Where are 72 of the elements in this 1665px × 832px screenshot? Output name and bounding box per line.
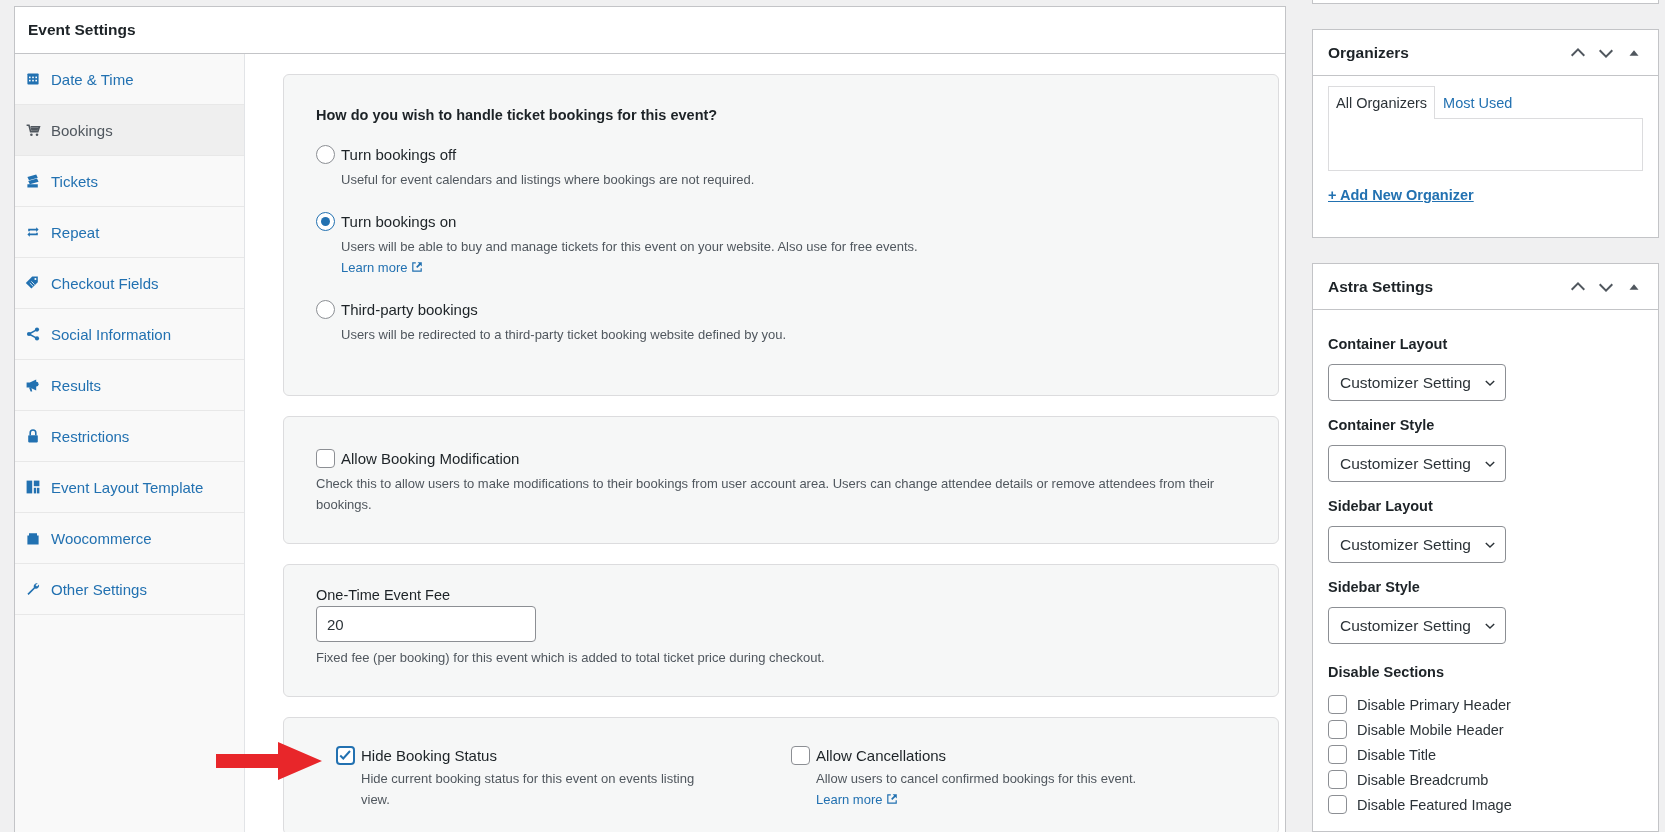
nav-item[interactable]: Tickets — [15, 156, 244, 207]
checkbox[interactable] — [1328, 745, 1347, 764]
nav-item[interactable]: Restrictions — [15, 411, 244, 462]
add-organizer-link[interactable]: + Add New Organizer — [1328, 187, 1474, 203]
description: Useful for event calendars and listings where bookings are not required. — [341, 171, 756, 189]
description: Users will be redirected to a third-party ticket booking website defined by you. — [341, 326, 788, 344]
checkbox[interactable] — [316, 449, 335, 468]
section-title: Disable Sections — [1328, 664, 1446, 680]
description: Check this to allow users to make modifications to their bookings from user account area. Users can change attendee details or remove attendees from their bookings. — [316, 475, 1216, 514]
checkbox-label: Disable Breadcrumb — [1357, 771, 1489, 788]
tickets-icon — [25, 173, 41, 189]
nav-item[interactable]: Other Settings — [15, 564, 244, 615]
learn-more-link[interactable]: Learn more — [816, 792, 899, 807]
checkbox-label: Allow Booking Modification — [341, 450, 520, 467]
wrench-icon — [25, 581, 41, 597]
option-label: Third-party bookings — [341, 301, 478, 318]
nav-item[interactable]: Event Layout Template — [15, 462, 244, 513]
checkbox-label: Disable Primary Header — [1357, 696, 1511, 713]
description: Fixed fee (per booking) for this event which is added to total ticket price during checkout. — [316, 649, 826, 667]
field-label: One-Time Event Fee — [316, 587, 452, 603]
tab[interactable]: Most Used — [1435, 86, 1521, 119]
field-label: Container Layout — [1328, 336, 1449, 352]
nav-item[interactable]: Results — [15, 360, 244, 411]
nav-item[interactable]: Checkout Fields — [15, 258, 244, 309]
share-icon — [25, 326, 41, 342]
lock-icon — [25, 428, 41, 444]
description: Hide current booking status for this event on events listing view. — [361, 770, 696, 809]
shop-icon — [25, 530, 41, 546]
panel-title: Astra Settings — [1328, 277, 1435, 296]
option-label: Turn bookings off — [341, 146, 457, 163]
field-label: Container Style — [1328, 417, 1436, 433]
tab[interactable]: All Organizers — [1328, 86, 1436, 119]
checkbox-label: Hide Booking Status — [361, 747, 497, 764]
dropdown[interactable]: Customizer Setting — [1328, 445, 1506, 482]
description: Users will be able to buy and manage tickets for this event on your website. Also use for free events. Learn more — [341, 238, 919, 277]
radio-button[interactable] — [316, 145, 335, 164]
field-label: Sidebar Layout — [1328, 498, 1434, 514]
description: Allow users to cancel confirmed bookings for this event. Learn more — [816, 770, 1138, 809]
nav-item[interactable]: Social Information — [15, 309, 244, 360]
checkbox[interactable] — [791, 746, 810, 765]
checkbox[interactable] — [1328, 695, 1347, 714]
dropdown[interactable]: Customizer Setting — [1328, 607, 1506, 644]
checkbox[interactable] — [336, 746, 355, 765]
field-label: Sidebar Style — [1328, 579, 1421, 595]
learn-more-link[interactable]: Learn more — [341, 260, 424, 275]
nav-item[interactable]: Bookings — [15, 105, 244, 156]
tag-icon — [25, 275, 41, 291]
nav-item[interactable]: Woocommerce — [15, 513, 244, 564]
radio-button[interactable] — [316, 212, 335, 231]
panel-title: Event Settings — [28, 21, 136, 39]
nav-item[interactable]: Repeat — [15, 207, 244, 258]
external-link-icon — [886, 793, 899, 805]
option-label: Turn bookings on — [341, 213, 457, 230]
dropdown[interactable]: Customizer Setting — [1328, 364, 1506, 401]
checkmark-icon — [338, 748, 353, 763]
calendar-icon — [25, 71, 41, 87]
checkbox[interactable] — [1328, 770, 1347, 789]
checkbox[interactable] — [1328, 795, 1347, 814]
checkbox[interactable] — [1328, 720, 1347, 739]
external-link-icon — [411, 261, 424, 273]
checkbox-label: Allow Cancellations — [816, 747, 947, 764]
layout-icon — [25, 479, 41, 495]
dropdown[interactable]: Customizer Setting — [1328, 526, 1506, 563]
panel-title: Organizers — [1328, 43, 1410, 62]
checkbox-label: Disable Featured Image — [1357, 796, 1512, 813]
megaphone-icon — [25, 377, 41, 393]
checkbox-label: Disable Mobile Header — [1357, 721, 1504, 738]
fee-input[interactable]: 20 — [316, 606, 536, 642]
checkbox-label: Disable Title — [1357, 746, 1436, 763]
radio-button[interactable] — [316, 300, 335, 319]
cart-icon — [25, 122, 41, 138]
question-text: How do you wish to handle ticket bookings for this event? — [316, 107, 719, 123]
